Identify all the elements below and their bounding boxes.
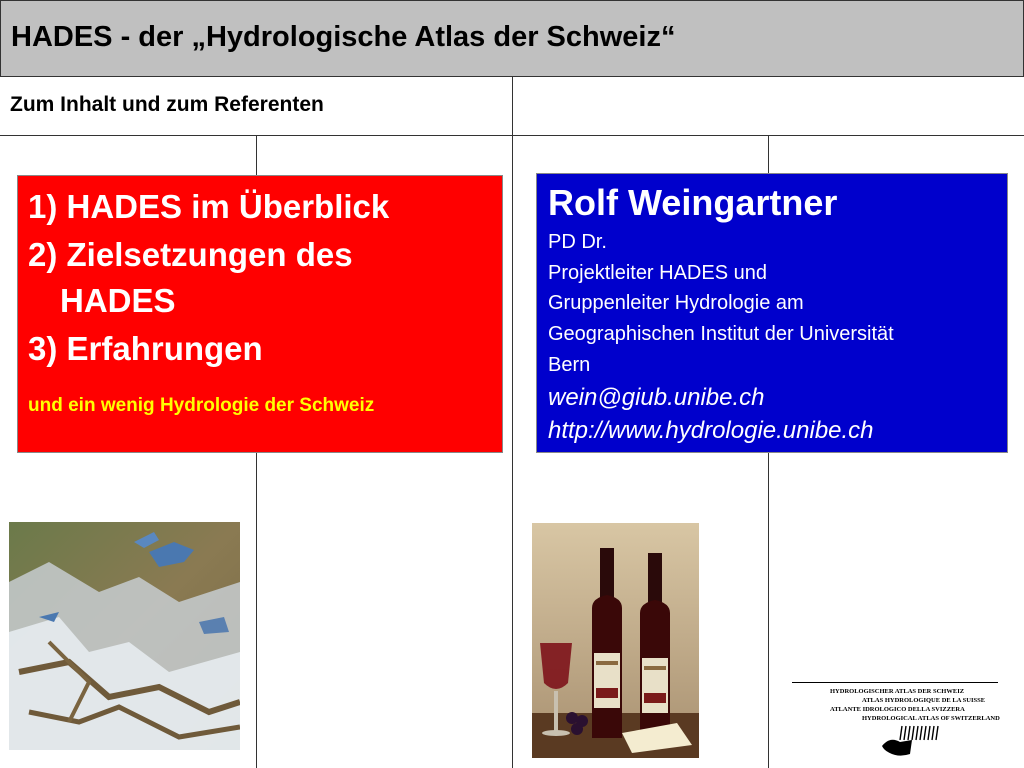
logo-line-de: HYDROLOGISCHER ATLAS DER SCHWEIZ [830, 688, 965, 695]
speaker-role-4: Bern [548, 354, 591, 376]
logo-line-fr: ATLAS HYDROLOGIQUE DE LA SUISSE [862, 697, 986, 704]
page-title: HADES - der „Hydrologische Atlas der Sch… [11, 21, 676, 53]
agenda-item-2: 2) Zielsetzungen des [28, 236, 353, 273]
agenda-item-3: 3) Erfahrungen [28, 330, 263, 367]
agenda-item-2-cont: HADES [60, 282, 176, 319]
satellite-map-image [9, 522, 240, 750]
speaker-role-1: Projektleiter HADES und [548, 262, 767, 284]
wine-bottles-image [532, 523, 699, 758]
agenda-box: 1) HADES im Überblick 2) Zielsetzungen d… [17, 175, 503, 453]
speaker-box: Rolf Weingartner PD Dr. Projektleiter HA… [536, 173, 1008, 453]
agenda-item-1: 1) HADES im Überblick [28, 188, 390, 225]
hades-logo: HYDROLOGISCHER ATLAS DER SCHWEIZ ATLAS H… [792, 680, 1002, 760]
agenda-note: und ein wenig Hydrologie der Schweiz [28, 395, 375, 416]
section-subtitle: Zum Inhalt und zum Referenten [10, 93, 324, 116]
speaker-title: PD Dr. [548, 231, 607, 253]
speaker-name: Rolf Weingartner [548, 182, 838, 223]
logo-line-it: ATLANTE IDROLOGICO DELLA SVIZZERA [830, 706, 965, 713]
speaker-role-2: Gruppenleiter Hydrologie am [548, 292, 804, 314]
speaker-email[interactable]: wein@giub.unibe.ch [548, 384, 765, 412]
logo-rule [792, 682, 998, 683]
title-bar: HADES - der „Hydrologische Atlas der Sch… [0, 0, 1024, 77]
speaker-url[interactable]: http://www.hydrologie.unibe.ch [548, 417, 874, 445]
table-divider-center [512, 76, 513, 768]
logo-mark-icon [882, 725, 939, 756]
logo-line-en: HYDROLOGICAL ATLAS OF SWITZERLAND [862, 715, 1000, 722]
speaker-role-3: Geographischen Institut der Universität [548, 323, 894, 345]
